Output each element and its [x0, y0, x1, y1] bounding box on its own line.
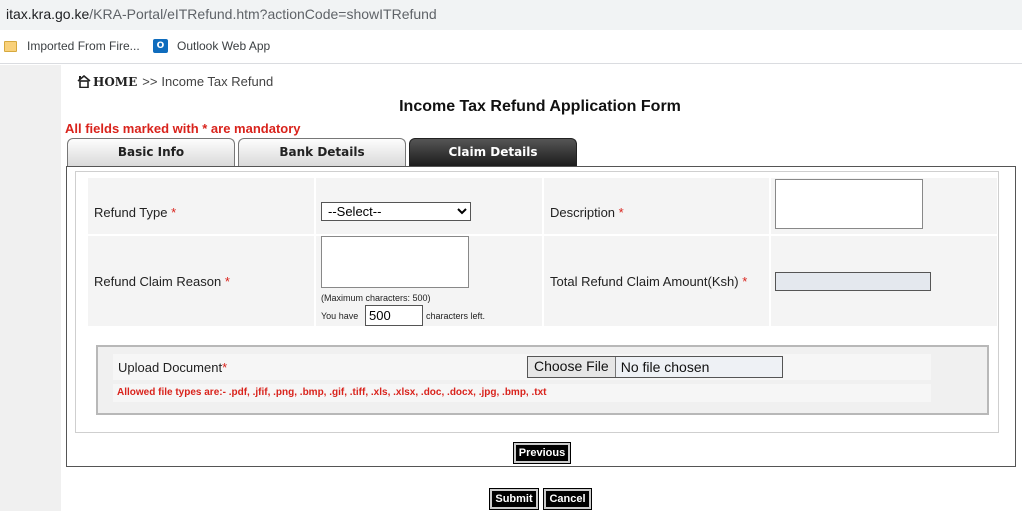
home-link[interactable]: HOME — [93, 75, 137, 89]
url-path: /KRA-Portal/eITRefund.htm?actionCode=sho… — [89, 6, 437, 22]
submit-button[interactable]: Submit — [489, 488, 539, 510]
allowed-file-types: Allowed file types are:- .pdf, .jfif, .p… — [113, 384, 931, 402]
bookmarks-bar: Imported From Fire... O Outlook Web App — [0, 30, 1022, 64]
mandatory-note: All fields marked with * are mandatory — [65, 121, 301, 136]
max-characters-note: (Maximum characters: 500) — [321, 293, 431, 303]
bookmark-label: Outlook Web App — [177, 39, 271, 53]
total-amount-input[interactable] — [775, 272, 931, 291]
upload-section: Upload Document* Choose File No file cho… — [96, 345, 989, 415]
choose-file-button[interactable]: Choose File — [528, 357, 616, 377]
outlook-icon: O — [153, 39, 168, 53]
claim-details-panel: Refund Type * --Select-- Description * R… — [66, 167, 1016, 467]
refund-type-select[interactable]: --Select-- — [321, 202, 471, 221]
description-label-cell: Description * — [544, 178, 769, 234]
tab-bank-details[interactable]: Bank Details — [238, 138, 406, 167]
characters-left-label: characters left. — [426, 311, 486, 321]
breadcrumb: HOME >> Income Tax Refund — [77, 74, 273, 89]
folder-icon — [4, 40, 17, 52]
claim-reason-cell: (Maximum characters: 500) You have chara… — [316, 236, 542, 326]
tab-basic-info[interactable]: Basic Info — [67, 138, 235, 167]
refund-type-label: Refund Type * — [94, 205, 177, 220]
characters-left-counter — [365, 305, 423, 326]
claim-reason-label: Refund Claim Reason * — [94, 274, 230, 289]
file-input[interactable]: Choose File No file chosen — [527, 356, 783, 378]
total-amount-label-cell: Total Refund Claim Amount(Ksh) * — [544, 236, 769, 326]
refund-type-label-cell: Refund Type * — [88, 178, 314, 234]
breadcrumb-separator: >> — [142, 74, 158, 89]
home-icon[interactable] — [77, 75, 91, 88]
claim-reason-textarea[interactable] — [321, 236, 469, 288]
upload-document-label: Upload Document* — [118, 360, 228, 375]
url-domain: itax.kra.go.ke — [6, 6, 90, 22]
refund-type-cell: --Select-- — [316, 178, 542, 234]
left-gutter — [0, 65, 61, 511]
you-have-label: You have — [321, 311, 359, 321]
total-amount-label: Total Refund Claim Amount(Ksh) * — [550, 274, 748, 289]
description-cell — [771, 178, 997, 234]
upload-row: Upload Document* Choose File No file cho… — [113, 354, 931, 380]
description-label: Description * — [550, 205, 624, 220]
page-title: Income Tax Refund Application Form — [399, 98, 681, 115]
previous-button[interactable]: Previous — [513, 442, 571, 464]
breadcrumb-current: Income Tax Refund — [161, 74, 274, 89]
claim-reason-label-cell: Refund Claim Reason * — [88, 236, 314, 326]
claim-form: Refund Type * --Select-- Description * R… — [75, 171, 999, 433]
bookmark-imported-from-firefox[interactable]: Imported From Fire... — [4, 39, 140, 53]
description-textarea[interactable] — [775, 179, 923, 229]
bookmark-label: Imported From Fire... — [27, 39, 140, 53]
file-status: No file chosen — [620, 359, 710, 375]
bookmark-outlook-web-app[interactable]: O Outlook Web App — [153, 39, 270, 53]
tab-claim-details[interactable]: Claim Details — [409, 138, 577, 167]
total-amount-cell — [771, 236, 997, 326]
cancel-button[interactable]: Cancel — [543, 488, 592, 510]
address-bar[interactable]: itax.kra.go.ke/KRA-Portal/eITRefund.htm?… — [0, 0, 1022, 30]
